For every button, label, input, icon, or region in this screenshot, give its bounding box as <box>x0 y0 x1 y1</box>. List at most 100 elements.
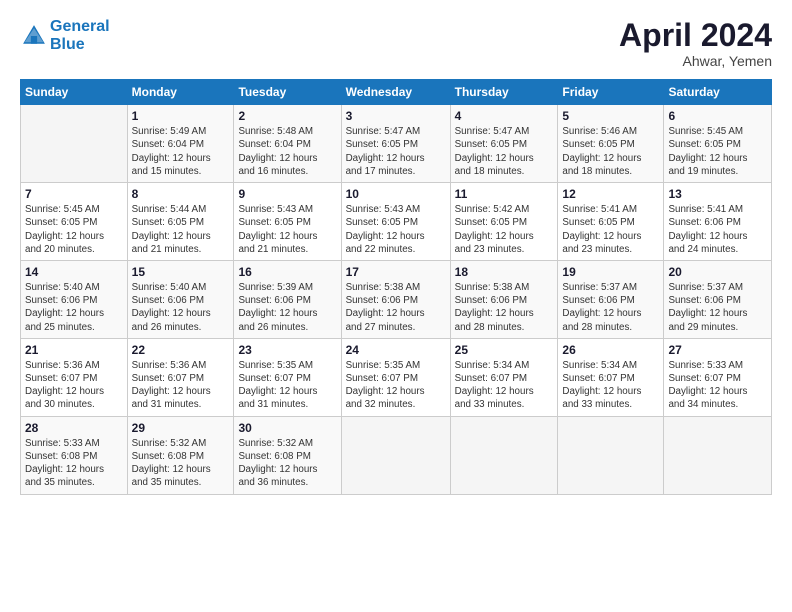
calendar-cell: 5 Sunrise: 5:46 AM Sunset: 6:05 PM Daylig… <box>558 105 664 183</box>
logo-icon <box>20 22 48 50</box>
calendar-cell: 27 Sunrise: 5:33 AM Sunset: 6:07 PM Dayli… <box>664 338 772 416</box>
calendar-cell <box>664 416 772 494</box>
day-number: 1 <box>132 109 230 123</box>
calendar-cell: 29Sunrise: 5:32 AM Sunset: 6:08 PM Dayli… <box>127 416 234 494</box>
day-number: 6 <box>668 109 767 123</box>
day-info: Sunrise: 5:49 AM Sunset: 6:04 PM Dayligh… <box>132 125 230 178</box>
logo-text: General Blue <box>50 18 110 53</box>
calendar-cell: 22 Sunrise: 5:36 AM Sunset: 6:07 PM Dayli… <box>127 338 234 416</box>
day-info: Sunrise: 5:33 AM Sunset: 6:07 PM Dayligh… <box>668 359 767 412</box>
location-subtitle: Ahwar, Yemen <box>619 53 772 69</box>
weekday-header-sunday: Sunday <box>21 80 128 105</box>
day-info: Sunrise: 5:47 AM Sunset: 6:05 PM Dayligh… <box>346 125 446 178</box>
calendar-week-row: 1 Sunrise: 5:49 AM Sunset: 6:04 PM Daylig… <box>21 105 772 183</box>
logo: General Blue <box>20 18 110 53</box>
day-number: 22 <box>132 343 230 357</box>
calendar-cell <box>21 105 128 183</box>
day-number: 13 <box>668 187 767 201</box>
day-number: 7 <box>25 187 123 201</box>
day-number: 24 <box>346 343 446 357</box>
calendar-cell: 12Sunrise: 5:41 AM Sunset: 6:05 PM Dayli… <box>558 183 664 261</box>
calendar-table: SundayMondayTuesdayWednesdayThursdayFrid… <box>20 79 772 494</box>
calendar-cell: 15 Sunrise: 5:40 AM Sunset: 6:06 PM Dayli… <box>127 260 234 338</box>
day-number: 25 <box>455 343 554 357</box>
weekday-header-friday: Friday <box>558 80 664 105</box>
day-number: 14 <box>25 265 123 279</box>
calendar-cell: 1 Sunrise: 5:49 AM Sunset: 6:04 PM Daylig… <box>127 105 234 183</box>
calendar-week-row: 14 Sunrise: 5:40 AM Sunset: 6:06 PM Dayli… <box>21 260 772 338</box>
day-info: Sunrise: 5:43 AM Sunset: 6:05 PM Dayligh… <box>238 203 336 256</box>
day-info: Sunrise: 5:37 AM Sunset: 6:06 PM Dayligh… <box>562 281 659 334</box>
calendar-cell: 2Sunrise: 5:48 AM Sunset: 6:04 PM Daylig… <box>234 105 341 183</box>
day-info: Sunrise: 5:40 AM Sunset: 6:06 PM Dayligh… <box>132 281 230 334</box>
day-info: Sunrise: 5:44 AM Sunset: 6:05 PM Dayligh… <box>132 203 230 256</box>
day-info: Sunrise: 5:46 AM Sunset: 6:05 PM Dayligh… <box>562 125 659 178</box>
day-info: Sunrise: 5:37 AM Sunset: 6:06 PM Dayligh… <box>668 281 767 334</box>
day-number: 28 <box>25 421 123 435</box>
day-number: 17 <box>346 265 446 279</box>
day-number: 16 <box>238 265 336 279</box>
calendar-cell: 17Sunrise: 5:38 AM Sunset: 6:06 PM Dayli… <box>341 260 450 338</box>
day-number: 19 <box>562 265 659 279</box>
calendar-header: SundayMondayTuesdayWednesdayThursdayFrid… <box>21 80 772 105</box>
day-info: Sunrise: 5:36 AM Sunset: 6:07 PM Dayligh… <box>25 359 123 412</box>
day-info: Sunrise: 5:45 AM Sunset: 6:05 PM Dayligh… <box>668 125 767 178</box>
calendar-cell: 13Sunrise: 5:41 AM Sunset: 6:06 PM Dayli… <box>664 183 772 261</box>
calendar-cell: 14 Sunrise: 5:40 AM Sunset: 6:06 PM Dayli… <box>21 260 128 338</box>
header: General Blue April 2024 Ahwar, Yemen <box>20 18 772 69</box>
calendar-cell: 20 Sunrise: 5:37 AM Sunset: 6:06 PM Dayli… <box>664 260 772 338</box>
day-number: 27 <box>668 343 767 357</box>
calendar-cell: 10Sunrise: 5:43 AM Sunset: 6:05 PM Dayli… <box>341 183 450 261</box>
calendar-cell: 4Sunrise: 5:47 AM Sunset: 6:05 PM Daylig… <box>450 105 558 183</box>
day-number: 8 <box>132 187 230 201</box>
calendar-cell: 7 Sunrise: 5:45 AM Sunset: 6:05 PM Daylig… <box>21 183 128 261</box>
day-info: Sunrise: 5:41 AM Sunset: 6:05 PM Dayligh… <box>562 203 659 256</box>
calendar-cell: 8 Sunrise: 5:44 AM Sunset: 6:05 PM Daylig… <box>127 183 234 261</box>
day-number: 18 <box>455 265 554 279</box>
day-number: 9 <box>238 187 336 201</box>
calendar-cell: 21 Sunrise: 5:36 AM Sunset: 6:07 PM Dayli… <box>21 338 128 416</box>
calendar-cell: 3Sunrise: 5:47 AM Sunset: 6:05 PM Daylig… <box>341 105 450 183</box>
day-info: Sunrise: 5:39 AM Sunset: 6:06 PM Dayligh… <box>238 281 336 334</box>
weekday-header-wednesday: Wednesday <box>341 80 450 105</box>
weekday-header-thursday: Thursday <box>450 80 558 105</box>
day-info: Sunrise: 5:45 AM Sunset: 6:05 PM Dayligh… <box>25 203 123 256</box>
day-number: 30 <box>238 421 336 435</box>
day-info: Sunrise: 5:47 AM Sunset: 6:05 PM Dayligh… <box>455 125 554 178</box>
day-info: Sunrise: 5:36 AM Sunset: 6:07 PM Dayligh… <box>132 359 230 412</box>
calendar-cell: 28Sunrise: 5:33 AM Sunset: 6:08 PM Dayli… <box>21 416 128 494</box>
calendar-cell: 23 Sunrise: 5:35 AM Sunset: 6:07 PM Dayli… <box>234 338 341 416</box>
day-number: 21 <box>25 343 123 357</box>
calendar-cell: 9 Sunrise: 5:43 AM Sunset: 6:05 PM Daylig… <box>234 183 341 261</box>
calendar-week-row: 7 Sunrise: 5:45 AM Sunset: 6:05 PM Daylig… <box>21 183 772 261</box>
day-number: 2 <box>238 109 336 123</box>
day-info: Sunrise: 5:40 AM Sunset: 6:06 PM Dayligh… <box>25 281 123 334</box>
day-number: 15 <box>132 265 230 279</box>
calendar-cell: 11Sunrise: 5:42 AM Sunset: 6:05 PM Dayli… <box>450 183 558 261</box>
day-number: 5 <box>562 109 659 123</box>
day-info: Sunrise: 5:34 AM Sunset: 6:07 PM Dayligh… <box>562 359 659 412</box>
calendar-body: 1 Sunrise: 5:49 AM Sunset: 6:04 PM Daylig… <box>21 105 772 494</box>
calendar-cell: 19 Sunrise: 5:37 AM Sunset: 6:06 PM Dayli… <box>558 260 664 338</box>
day-info: Sunrise: 5:35 AM Sunset: 6:07 PM Dayligh… <box>238 359 336 412</box>
calendar-week-row: 28Sunrise: 5:33 AM Sunset: 6:08 PM Dayli… <box>21 416 772 494</box>
title-block: April 2024 Ahwar, Yemen <box>619 18 772 69</box>
day-number: 23 <box>238 343 336 357</box>
calendar-cell: 25 Sunrise: 5:34 AM Sunset: 6:07 PM Dayli… <box>450 338 558 416</box>
day-info: Sunrise: 5:38 AM Sunset: 6:06 PM Dayligh… <box>455 281 554 334</box>
weekday-header-monday: Monday <box>127 80 234 105</box>
day-info: Sunrise: 5:35 AM Sunset: 6:07 PM Dayligh… <box>346 359 446 412</box>
day-number: 11 <box>455 187 554 201</box>
calendar-cell <box>558 416 664 494</box>
weekday-header-saturday: Saturday <box>664 80 772 105</box>
page-title: April 2024 <box>619 18 772 53</box>
day-number: 29 <box>132 421 230 435</box>
day-number: 20 <box>668 265 767 279</box>
day-info: Sunrise: 5:43 AM Sunset: 6:05 PM Dayligh… <box>346 203 446 256</box>
day-number: 26 <box>562 343 659 357</box>
calendar-cell: 16 Sunrise: 5:39 AM Sunset: 6:06 PM Dayli… <box>234 260 341 338</box>
calendar-cell: 26 Sunrise: 5:34 AM Sunset: 6:07 PM Dayli… <box>558 338 664 416</box>
page: General Blue April 2024 Ahwar, Yemen Sun… <box>0 0 792 612</box>
day-info: Sunrise: 5:34 AM Sunset: 6:07 PM Dayligh… <box>455 359 554 412</box>
calendar-cell <box>450 416 558 494</box>
